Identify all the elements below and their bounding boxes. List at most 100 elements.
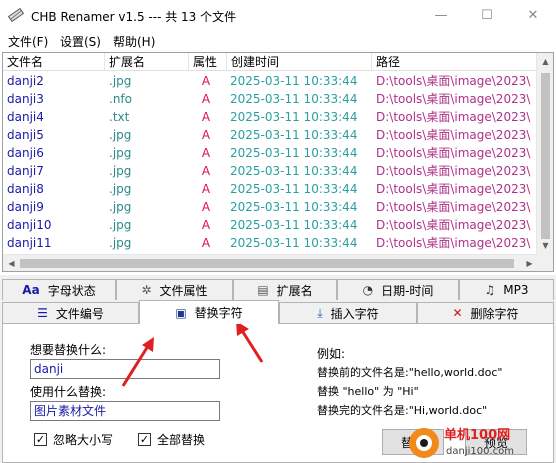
maximize-button[interactable]: ☐ bbox=[464, 0, 510, 30]
document-icon: ▤ bbox=[257, 283, 269, 297]
table-row[interactable]: danji4 .txt A 2025-03-11 10:33:44 D:\tools\桌… bbox=[3, 108, 538, 126]
find-input[interactable]: danji bbox=[30, 359, 220, 379]
scrollbar-corner bbox=[536, 254, 553, 271]
minimize-button[interactable]: — bbox=[418, 0, 464, 30]
cell-created-time: 2025-03-11 10:33:44 bbox=[230, 128, 358, 142]
replace-with-label: 使用什么替换: bbox=[30, 385, 107, 399]
tab-label: 删除字符 bbox=[470, 306, 519, 321]
cell-path: D:\tools\桌面\image\2023\ bbox=[376, 236, 531, 250]
vertical-scrollbar[interactable]: ▲ ▼ bbox=[536, 53, 553, 254]
file-list[interactable]: 文件名 扩展名 属性 创建时间 路径 danji2 .jpg A 2025-03-11… bbox=[2, 52, 554, 272]
scroll-down-icon[interactable]: ▼ bbox=[537, 241, 553, 250]
cell-extension: .nfo bbox=[109, 92, 132, 106]
tab-label: MP3 bbox=[503, 283, 529, 297]
column-filename[interactable]: 文件名 bbox=[3, 53, 105, 71]
ignore-case-checkbox[interactable]: ✓ 忽略大小写 bbox=[34, 431, 113, 448]
menu-settings[interactable]: 设置(S) bbox=[60, 33, 101, 50]
tab-file-attributes[interactable]: ✲ 文件属性 bbox=[116, 279, 233, 300]
table-row[interactable]: danji10 .jpg A 2025-03-11 10:33:44 D:\tools\… bbox=[3, 216, 538, 234]
tab-label: 日期-时间 bbox=[381, 283, 434, 298]
replace-with-input[interactable]: 图片素材文件 bbox=[30, 401, 220, 421]
cell-filename: danji10 bbox=[7, 218, 52, 232]
ignore-case-label: 忽略大小写 bbox=[53, 433, 114, 447]
cell-attribute: A bbox=[201, 218, 211, 232]
delete-icon: ✕ bbox=[452, 306, 463, 320]
tab-label: 插入字符 bbox=[330, 306, 379, 321]
table-row[interactable]: danji9 .jpg A 2025-03-11 10:33:44 D:\tools\桌… bbox=[3, 198, 538, 216]
column-extension[interactable]: 扩展名 bbox=[105, 53, 189, 71]
insert-icon: ⤓ bbox=[317, 305, 323, 320]
table-row[interactable]: danji3 .nfo A 2025-03-11 10:33:44 D:\tools\桌… bbox=[3, 90, 538, 108]
tab-insert-chars[interactable]: ⤓ 插入字符 bbox=[279, 302, 417, 323]
table-row[interactable]: danji2 .jpg A 2025-03-11 10:33:44 D:\tools\桌… bbox=[3, 72, 538, 90]
cell-filename: danji11 bbox=[7, 236, 52, 250]
title-bar: CHB Renamer v1.5 --- 共 13 个文件 — ☐ ✕ bbox=[0, 0, 556, 30]
column-created-time[interactable]: 创建时间 bbox=[227, 53, 372, 71]
cell-path: D:\tools\桌面\image\2023\ bbox=[376, 218, 531, 232]
vertical-scroll-thumb[interactable] bbox=[541, 73, 550, 239]
tab-delete-chars[interactable]: ✕ 删除字符 bbox=[417, 302, 554, 323]
tab-label: 扩展名 bbox=[276, 283, 313, 298]
cell-filename: danji3 bbox=[7, 92, 44, 106]
cell-attribute: A bbox=[201, 74, 211, 88]
cell-attribute: A bbox=[201, 164, 211, 178]
example-rule: 替换 "hello" 为 "Hi" bbox=[317, 385, 419, 398]
cell-attribute: A bbox=[201, 146, 211, 160]
cell-attribute: A bbox=[201, 128, 211, 142]
cell-path: D:\tools\桌面\image\2023\ bbox=[376, 164, 531, 178]
example-after: 替换完的文件名是:"Hi,world.doc" bbox=[317, 404, 488, 417]
tab-label: 替换字符 bbox=[194, 306, 243, 320]
cell-created-time: 2025-03-11 10:33:44 bbox=[230, 218, 358, 232]
menu-bar: 文件(F) 设置(S) 帮助(H) bbox=[0, 31, 556, 51]
menu-file[interactable]: 文件(F) bbox=[8, 33, 48, 50]
tab-label: 文件编号 bbox=[55, 306, 104, 321]
cell-filename: danji5 bbox=[7, 128, 44, 142]
tab-extension[interactable]: ▤ 扩展名 bbox=[233, 279, 337, 300]
cell-extension: .jpg bbox=[109, 146, 132, 160]
cell-path: D:\tools\桌面\image\2023\ bbox=[376, 146, 531, 160]
table-row[interactable]: danji8 .jpg A 2025-03-11 10:33:44 D:\tools\桌… bbox=[3, 180, 538, 198]
cell-path: D:\tools\桌面\image\2023\ bbox=[376, 200, 531, 214]
example-title: 例如: bbox=[317, 347, 346, 361]
cell-attribute: A bbox=[201, 92, 211, 106]
letter-case-icon: Aa bbox=[22, 283, 40, 297]
cell-path: D:\tools\桌面\image\2023\ bbox=[376, 182, 531, 196]
replace-all-checkbox[interactable]: ✓ 全部替换 bbox=[138, 431, 205, 448]
find-label: 想要替换什么: bbox=[30, 343, 107, 357]
cell-filename: danji2 bbox=[7, 74, 44, 88]
cell-extension: .jpg bbox=[109, 218, 132, 232]
cell-extension: .jpg bbox=[109, 164, 132, 178]
column-path[interactable]: 路径 bbox=[372, 53, 538, 71]
menu-help[interactable]: 帮助(H) bbox=[113, 33, 155, 50]
close-button[interactable]: ✕ bbox=[510, 0, 556, 30]
scroll-up-icon[interactable]: ▲ bbox=[537, 57, 553, 66]
table-row[interactable]: danji5 .jpg A 2025-03-11 10:33:44 D:\tools\桌… bbox=[3, 126, 538, 144]
scroll-left-icon[interactable]: ◀ bbox=[3, 259, 20, 268]
table-row[interactable]: danji6 .jpg A 2025-03-11 10:33:44 D:\tools\桌… bbox=[3, 144, 538, 162]
cell-filename: danji7 bbox=[7, 164, 44, 178]
cell-filename: danji9 bbox=[7, 200, 44, 214]
tab-letter-case[interactable]: Aa 字母状态 bbox=[2, 279, 116, 300]
tab-label: 字母状态 bbox=[47, 283, 96, 298]
list-number-icon: ☰ bbox=[37, 306, 48, 320]
tab-file-numbering[interactable]: ☰ 文件编号 bbox=[2, 302, 139, 323]
replace-all-label: 全部替换 bbox=[157, 433, 206, 447]
window-title: CHB Renamer v1.5 --- 共 13 个文件 bbox=[31, 10, 237, 24]
tab-mp3[interactable]: ♫ MP3 bbox=[459, 279, 554, 300]
tab-replace-chars[interactable]: ▣ 替换字符 bbox=[139, 300, 279, 324]
list-rows: danji2 .jpg A 2025-03-11 10:33:44 D:\tools\桌… bbox=[3, 72, 538, 254]
table-row[interactable]: danji11 .jpg A 2025-03-11 10:33:44 D:\tools\… bbox=[3, 234, 538, 252]
clock-icon: ◔ bbox=[362, 283, 374, 297]
replace-icon: ▣ bbox=[175, 305, 187, 320]
table-row[interactable]: danji7 .jpg A 2025-03-11 10:33:44 D:\tools\桌… bbox=[3, 162, 538, 180]
tab-label: 文件属性 bbox=[159, 283, 208, 298]
cell-created-time: 2025-03-11 10:33:44 bbox=[230, 92, 358, 106]
cell-filename: danji4 bbox=[7, 110, 44, 124]
cell-extension: .jpg bbox=[109, 236, 132, 250]
tab-date-time[interactable]: ◔ 日期-时间 bbox=[337, 279, 459, 300]
cell-created-time: 2025-03-11 10:33:44 bbox=[230, 110, 358, 124]
horizontal-scroll-thumb[interactable] bbox=[20, 259, 514, 268]
column-attribute[interactable]: 属性 bbox=[189, 53, 227, 71]
horizontal-scrollbar[interactable]: ◀ ▶ bbox=[3, 254, 538, 271]
watermark-logo: 单机100网 danji100.com bbox=[409, 427, 514, 458]
